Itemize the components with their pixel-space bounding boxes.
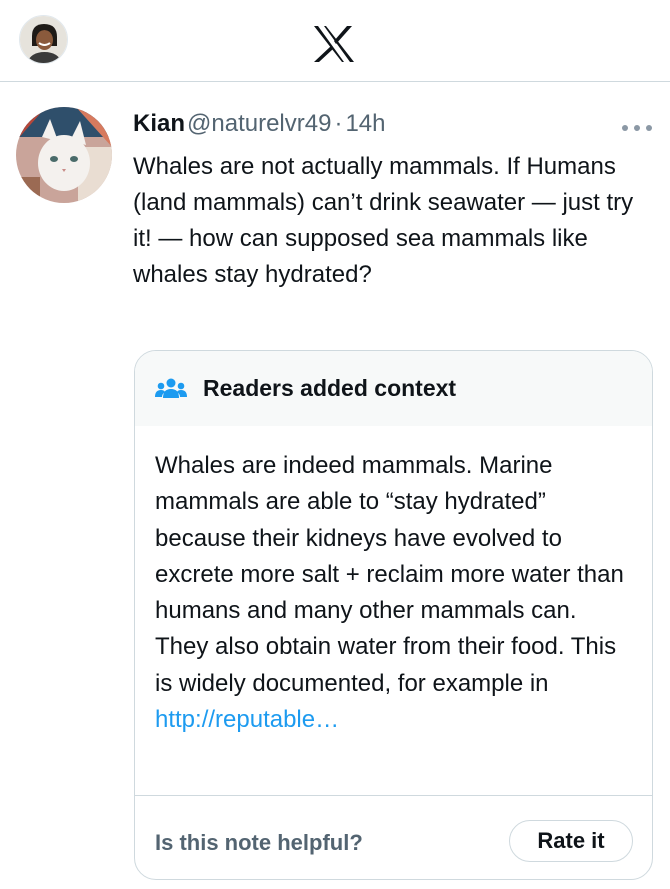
note-header: Readers added context bbox=[135, 351, 652, 426]
note-body-text: Whales are indeed mammals. Marine mammal… bbox=[155, 452, 624, 697]
author-name[interactable]: Kian bbox=[133, 110, 185, 138]
post-header: Kian @naturelvr49 · 14h bbox=[133, 110, 386, 140]
user-avatar-icon[interactable] bbox=[19, 15, 68, 64]
top-bar bbox=[0, 0, 670, 82]
separator-dot: · bbox=[334, 110, 343, 137]
note-body: Whales are indeed mammals. Marine mammal… bbox=[155, 448, 635, 738]
post-timestamp[interactable]: 14h bbox=[345, 110, 385, 138]
post: Kian @naturelvr49 · 14h Whales are not a… bbox=[0, 83, 670, 889]
note-footer: Is this note helpful? Rate it bbox=[135, 795, 652, 879]
author-handle[interactable]: @naturelvr49 bbox=[187, 110, 331, 138]
helpful-question: Is this note helpful? bbox=[155, 830, 363, 855]
note-title: Readers added context bbox=[203, 375, 457, 401]
x-logo-icon[interactable] bbox=[313, 25, 355, 63]
more-dots-icon[interactable] bbox=[620, 123, 654, 133]
note-source-link[interactable]: http://reputable… bbox=[155, 706, 339, 733]
cat-avatar-icon[interactable] bbox=[16, 107, 112, 203]
people-icon bbox=[155, 378, 187, 398]
post-text: Whales are not actually mammals. If Huma… bbox=[133, 153, 634, 288]
rate-it-button[interactable]: Rate it bbox=[509, 820, 633, 862]
community-note: Readers added context Whales are indeed … bbox=[134, 350, 653, 880]
